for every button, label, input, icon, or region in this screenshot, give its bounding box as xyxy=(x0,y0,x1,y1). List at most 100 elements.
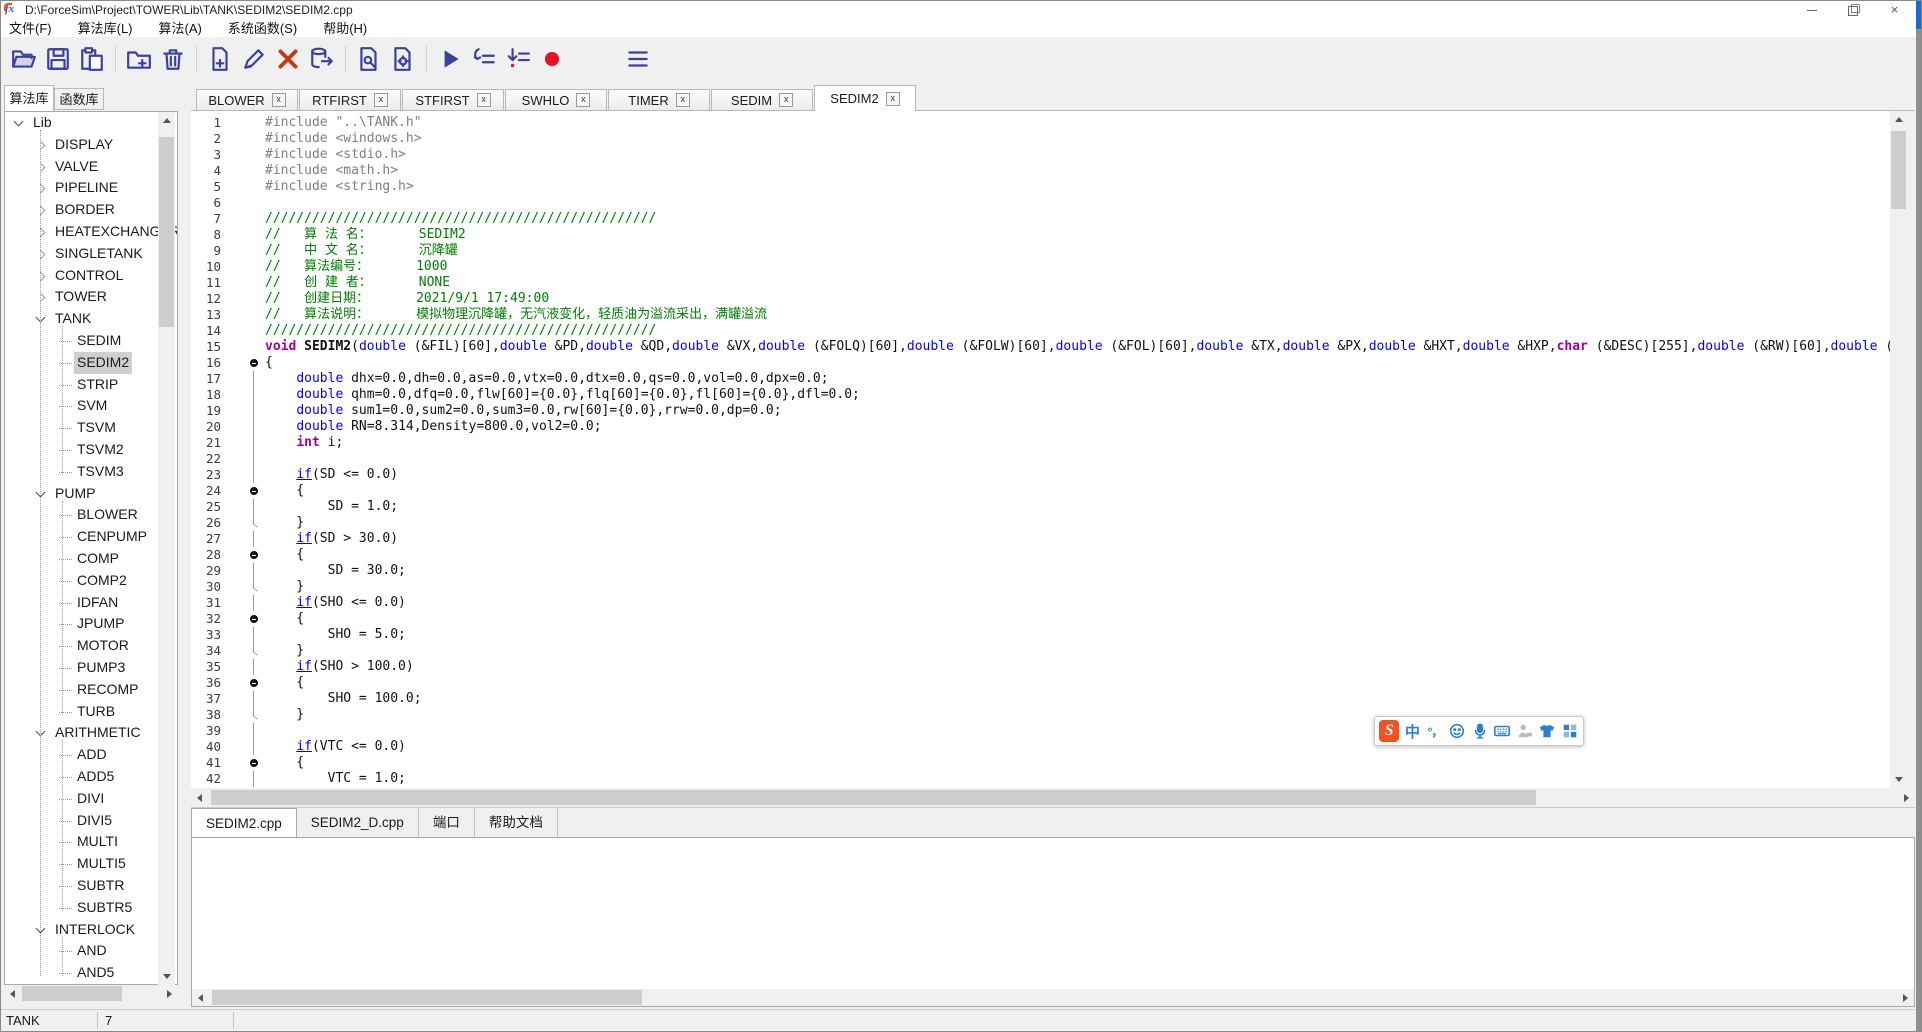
tree-item-PUMP3[interactable]: PUMP3 xyxy=(5,657,160,679)
tree-item-COMP[interactable]: COMP xyxy=(5,548,160,570)
tree-scrollbar-thumb[interactable] xyxy=(159,137,174,327)
menu-algorithm[interactable]: 算法(A) xyxy=(159,18,202,37)
tree-item-SEDIM[interactable]: SEDIM xyxy=(5,330,160,352)
tree-item-SINGLETANK[interactable]: SINGLETANK xyxy=(5,243,160,265)
editor-scroll-left-arrow[interactable] xyxy=(191,789,208,806)
fold-collapse-icon[interactable] xyxy=(249,547,261,563)
tree-item-MULTI5[interactable]: MULTI5 xyxy=(5,853,160,875)
tree-item-TSVM2[interactable]: TSVM2 xyxy=(5,439,160,461)
tree-item-SUBTR[interactable]: SUBTR xyxy=(5,875,160,897)
fold-collapse-icon[interactable] xyxy=(249,675,261,691)
editor-tab-BLOWER[interactable]: BLOWERx xyxy=(196,89,298,111)
step-over-icon[interactable] xyxy=(469,44,499,74)
bottom-tab-端口[interactable]: 端口 xyxy=(419,808,475,837)
tree-horizontal-scrollbar[interactable] xyxy=(4,985,178,1002)
voice-person-icon[interactable] xyxy=(1516,721,1534,741)
fold-collapse-icon[interactable] xyxy=(249,355,261,371)
editor-scroll-right-arrow[interactable] xyxy=(1898,789,1915,806)
menu-library[interactable]: 算法库(L) xyxy=(78,18,133,37)
editor-scroll-up-arrow[interactable] xyxy=(1890,111,1907,128)
tree-item-DIVI[interactable]: DIVI xyxy=(5,788,160,810)
record-icon[interactable] xyxy=(537,44,567,74)
tree-item-ADD[interactable]: ADD xyxy=(5,744,160,766)
tree-item-ARITHMETIC[interactable]: ARITHMETIC xyxy=(5,722,160,744)
tree-item-MOTOR[interactable]: MOTOR xyxy=(5,635,160,657)
menu-system-functions[interactable]: 系统函数(S) xyxy=(228,18,297,37)
tree-item-HEATEXCHANGER[interactable]: HEATEXCHANGER xyxy=(5,221,160,243)
tree-item-DIVI5[interactable]: DIVI5 xyxy=(5,810,160,832)
tree-item-TANK[interactable]: TANK xyxy=(5,308,160,330)
new-file-icon[interactable] xyxy=(205,44,235,74)
run-icon[interactable] xyxy=(435,44,465,74)
tab-close-icon[interactable]: x xyxy=(477,93,491,107)
editor-tab-TIMER[interactable]: TIMERx xyxy=(608,89,710,111)
tree-item-JPUMP[interactable]: JPUMP xyxy=(5,613,160,635)
tree-scroll-up-arrow[interactable] xyxy=(158,112,175,129)
tree-item-TURB[interactable]: TURB xyxy=(5,701,160,723)
editor-hscrollbar-thumb[interactable] xyxy=(211,790,1536,805)
editor-vertical-scrollbar[interactable] xyxy=(1890,111,1907,788)
tab-close-icon[interactable]: x xyxy=(576,93,590,107)
trash-icon[interactable] xyxy=(158,44,188,74)
tree-item-IDFAN[interactable]: IDFAN xyxy=(5,592,160,614)
tree-item-Lib[interactable]: Lib xyxy=(5,112,160,134)
tree-item-TOWER[interactable]: TOWER xyxy=(5,286,160,308)
editor-horizontal-scrollbar[interactable] xyxy=(191,789,1915,806)
bottom-tab-SEDIM2.cpp[interactable]: SEDIM2.cpp xyxy=(191,808,297,837)
add-folder-icon[interactable] xyxy=(124,44,154,74)
microphone-icon[interactable] xyxy=(1471,721,1489,741)
tree-item-VALVE[interactable]: VALVE xyxy=(5,156,160,178)
close-button[interactable]: × xyxy=(1888,3,1901,16)
tree-item-BLOWER[interactable]: BLOWER xyxy=(5,504,160,526)
paste-icon[interactable] xyxy=(77,44,107,74)
editor-tab-SEDIM2[interactable]: SEDIM2x xyxy=(814,85,916,111)
tree-item-SUBTR5[interactable]: SUBTR5 xyxy=(5,897,160,919)
tree-item-MULTI[interactable]: MULTI xyxy=(5,831,160,853)
tree-item-SEDIM2[interactable]: SEDIM2 xyxy=(5,352,160,374)
output-hscrollbar-thumb[interactable] xyxy=(212,990,642,1005)
menu-help[interactable]: 帮助(H) xyxy=(323,18,367,37)
save-icon[interactable] xyxy=(43,44,73,74)
editor-tab-RTFIRST[interactable]: RTFIRSTx xyxy=(299,89,401,111)
tab-close-icon[interactable]: x xyxy=(272,93,286,107)
skin-shirt-icon[interactable] xyxy=(1538,721,1556,741)
tree-item-TSVM[interactable]: TSVM xyxy=(5,417,160,439)
tree-hscrollbar-thumb[interactable] xyxy=(22,986,122,1001)
tree-item-RECOMP[interactable]: RECOMP xyxy=(5,679,160,701)
editor-tab-STFIRST[interactable]: STFIRSTx xyxy=(402,89,504,111)
editor-scrollbar-thumb[interactable] xyxy=(1891,131,1906,209)
bottom-tab-SEDIM2_D.cpp[interactable]: SEDIM2_D.cpp xyxy=(297,808,419,837)
editor-tab-SEDIM[interactable]: SEDIMx xyxy=(711,89,813,111)
output-scroll-right-arrow[interactable] xyxy=(1897,989,1914,1006)
tree-item-TSVM3[interactable]: TSVM3 xyxy=(5,461,160,483)
list-lines-icon[interactable] xyxy=(623,44,653,74)
tree-item-INTERLOCK[interactable]: INTERLOCK xyxy=(5,919,160,941)
tab-close-icon[interactable]: x xyxy=(374,93,388,107)
tree-item-PIPELINE[interactable]: PIPELINE xyxy=(5,177,160,199)
minimize-button[interactable] xyxy=(1806,3,1819,16)
sidebar-tab-functions[interactable]: 函数库 xyxy=(54,88,104,110)
emoji-icon[interactable] xyxy=(1448,721,1466,741)
file-wrench-icon[interactable] xyxy=(354,44,384,74)
sidebar-splitter[interactable] xyxy=(178,85,191,1007)
editor-tab-SWHLO[interactable]: SWHLOx xyxy=(505,89,607,111)
keyboard-icon[interactable] xyxy=(1493,721,1511,741)
delete-x-icon[interactable] xyxy=(273,44,303,74)
editor-scroll-down-arrow[interactable] xyxy=(1890,771,1907,788)
tree-scroll-left-arrow[interactable] xyxy=(4,985,21,1002)
step-into-icon[interactable] xyxy=(503,44,533,74)
chevron-down-icon[interactable] xyxy=(14,117,24,127)
fold-collapse-icon[interactable] xyxy=(249,611,261,627)
tree-item-AND5[interactable]: AND5 xyxy=(5,962,160,984)
toolbox-grid-icon[interactable] xyxy=(1561,721,1579,741)
tree-scroll-right-arrow[interactable] xyxy=(161,985,178,1002)
sidebar-tab-algorithms[interactable]: 算法库 xyxy=(4,85,54,111)
tree-item-CONTROL[interactable]: CONTROL xyxy=(5,265,160,287)
code-editor[interactable]: 1#include "..\TANK.h"2#include <windows.… xyxy=(191,111,1890,788)
fold-collapse-icon[interactable] xyxy=(249,755,261,771)
tree-item-ADD5[interactable]: ADD5 xyxy=(5,766,160,788)
menu-file[interactable]: 文件(F) xyxy=(9,18,52,37)
open-folder-icon[interactable] xyxy=(9,44,39,74)
db-export-icon[interactable] xyxy=(307,44,337,74)
tree-item-DISPLAY[interactable]: DISPLAY xyxy=(5,134,160,156)
